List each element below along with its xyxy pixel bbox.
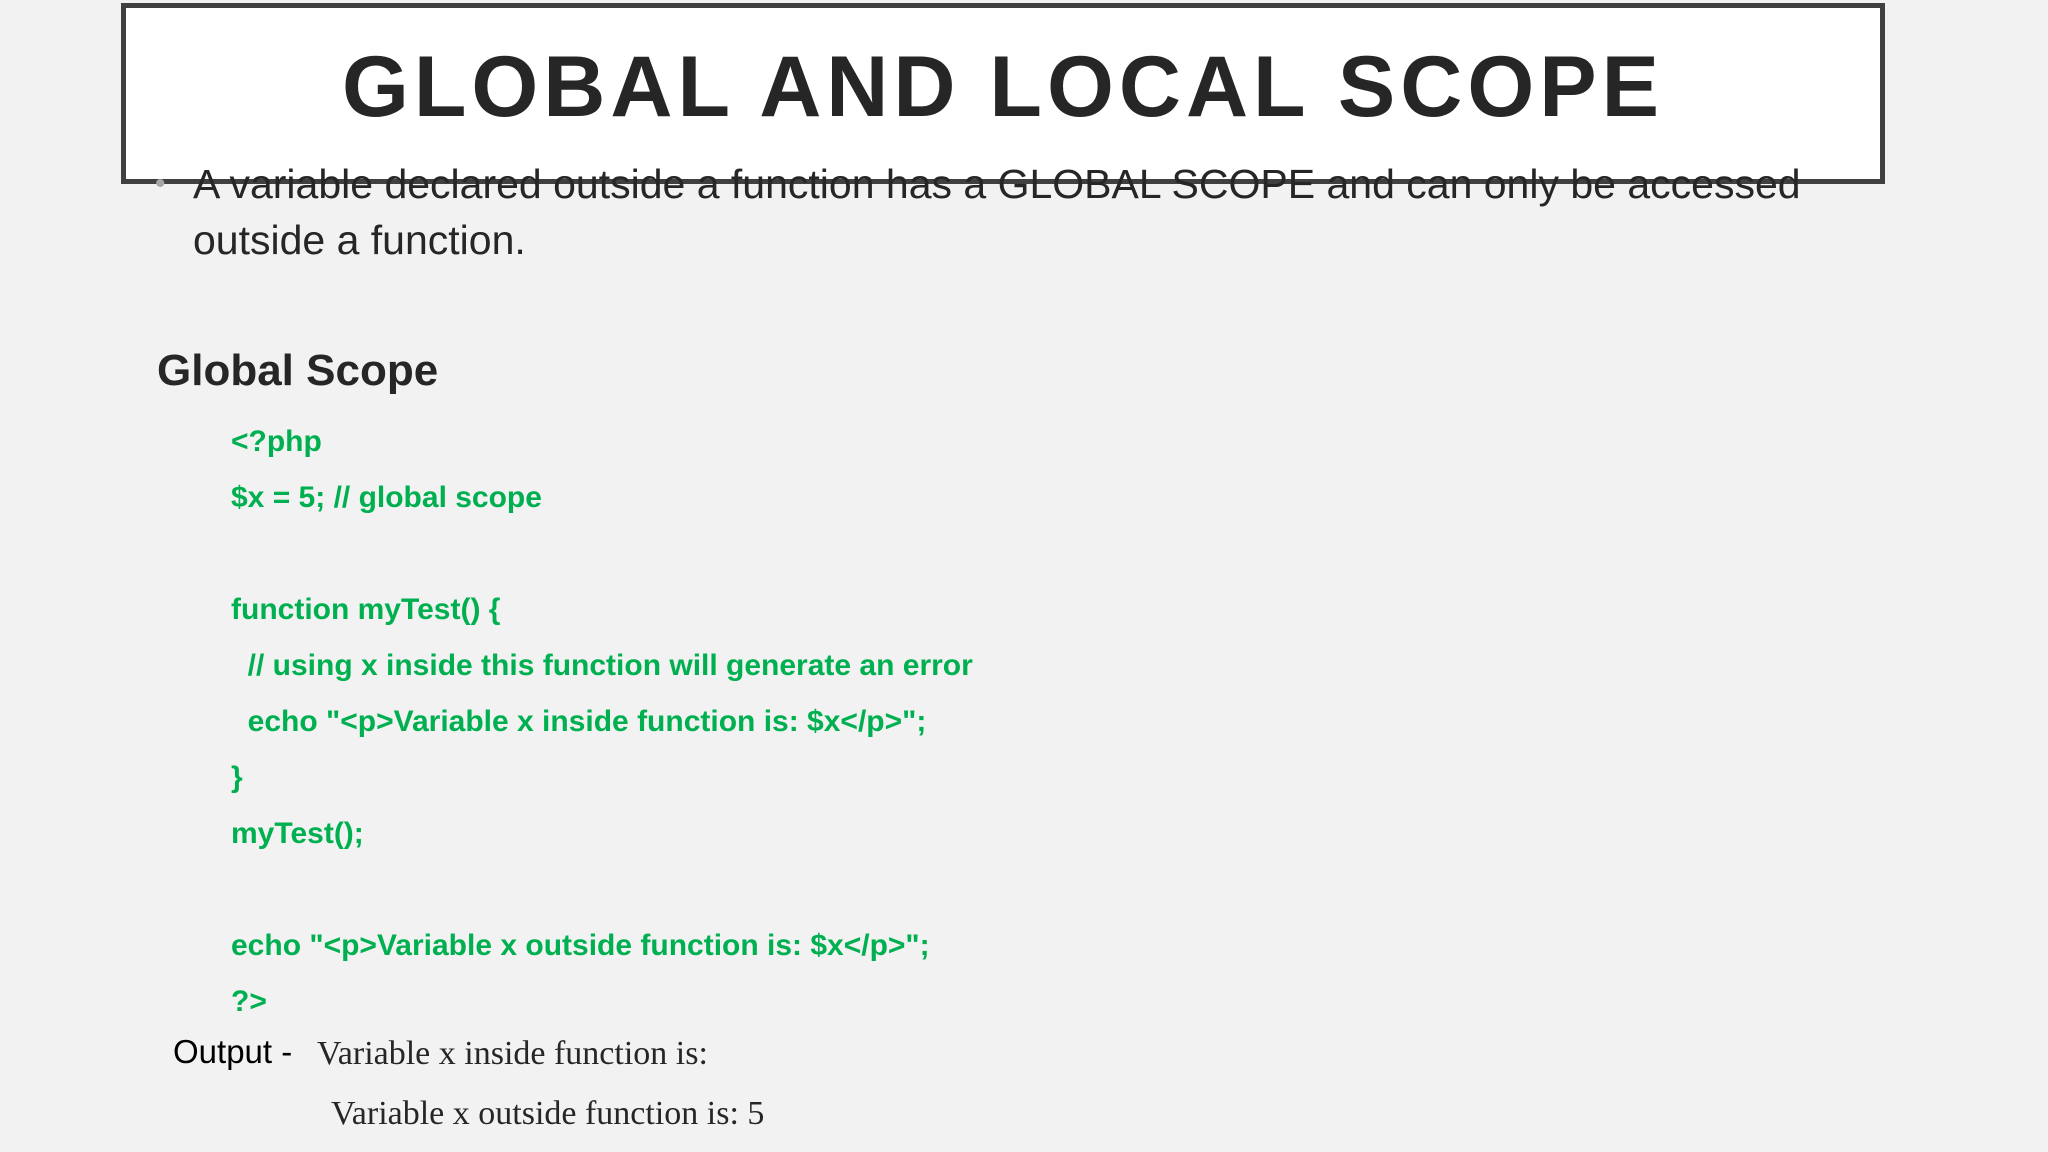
output-line: Variable x outside function is: 5 — [331, 1095, 765, 1132]
slide-title: GLOBAL AND LOCAL SCOPE — [341, 39, 1665, 135]
code-line: ?> — [231, 985, 267, 1018]
code-line: $x = 5; // global scope — [231, 481, 542, 514]
output-line: Variable x inside function is: — [317, 1035, 708, 1072]
code-block: <?php $x = 5; // global scope function m… — [231, 414, 973, 1030]
code-line: echo "<p>Variable x inside function is: … — [231, 705, 927, 738]
output-block: Variable x inside function is: Variable … — [317, 1030, 764, 1150]
code-line: // using x inside this function will gen… — [231, 649, 973, 682]
bullet-text: A variable declared outside a function h… — [193, 161, 1801, 263]
output-label: Output - — [173, 1033, 293, 1070]
code-line: myTest(); — [231, 817, 364, 850]
code-line: <?php — [231, 425, 322, 458]
code-line: } — [231, 761, 243, 794]
bullet-icon: • — [155, 167, 166, 200]
code-line: function myTest() { — [231, 593, 501, 626]
code-line: echo "<p>Variable x outside function is:… — [231, 929, 930, 962]
section-heading: Global Scope — [157, 346, 439, 395]
